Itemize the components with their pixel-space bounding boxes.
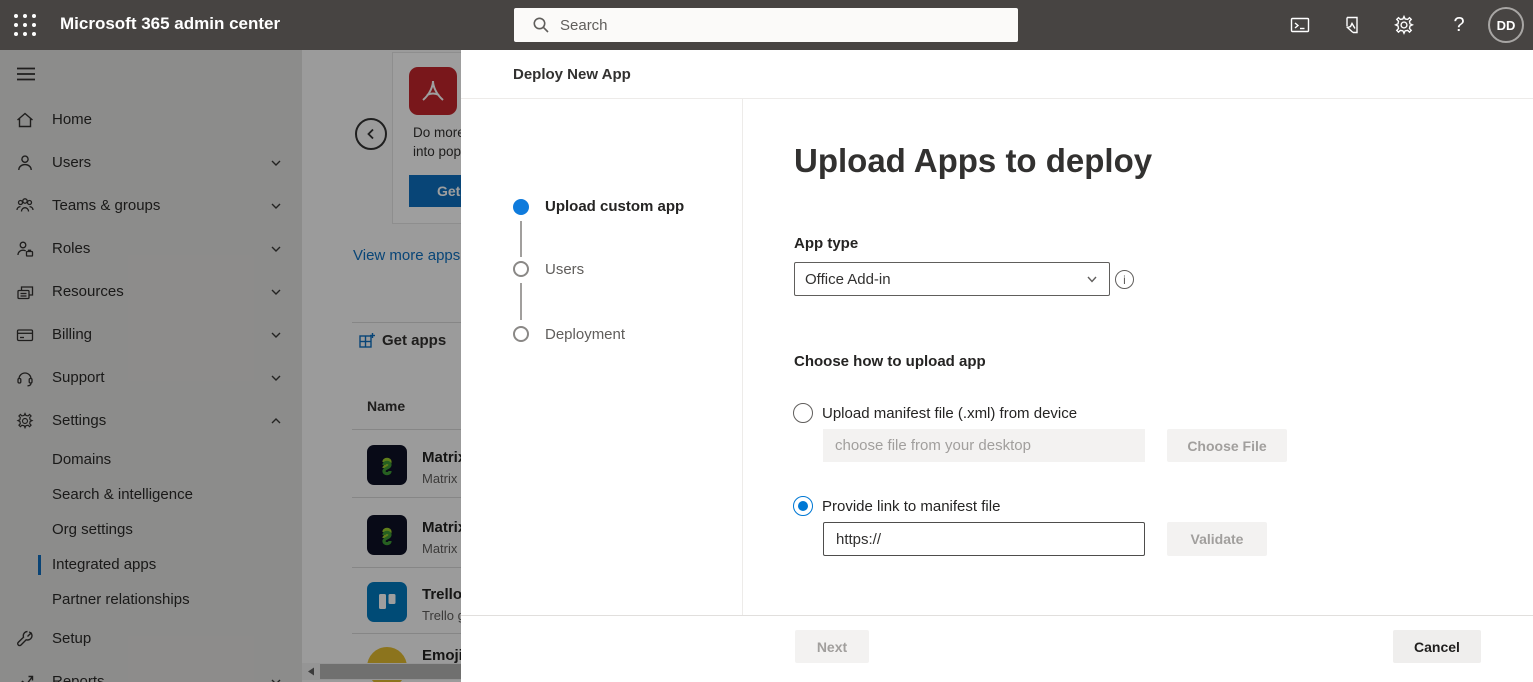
step-deployment[interactable]: Deployment — [545, 326, 625, 343]
step-dot-open — [513, 326, 529, 342]
page-title: Upload Apps to deploy — [794, 142, 1153, 179]
panel-header: Deploy New App — [461, 50, 1533, 99]
step-upload-custom-app[interactable]: Upload custom app — [545, 198, 684, 215]
screen: Microsoft 365 admin center ? DD — [0, 0, 1533, 682]
file-path-input[interactable] — [823, 429, 1145, 462]
radio-selected-icon[interactable] — [793, 496, 813, 516]
validate-button[interactable]: Validate — [1167, 522, 1267, 556]
feedback-icon[interactable] — [1340, 13, 1364, 37]
choose-upload-heading: Choose how to upload app — [794, 353, 986, 370]
choose-file-button[interactable]: Choose File — [1167, 429, 1287, 462]
footer-divider — [461, 615, 1533, 616]
step-dot-open — [513, 261, 529, 277]
deploy-new-app-panel: Deploy New App Upload custom app Users D… — [461, 50, 1533, 682]
settings-gear-icon[interactable] — [1392, 13, 1416, 37]
upload-from-device-option[interactable]: Upload manifest file (.xml) from device — [793, 403, 1077, 423]
step-connector — [520, 283, 522, 320]
chevron-down-icon — [1087, 276, 1097, 283]
avatar[interactable]: DD — [1488, 7, 1524, 43]
info-icon[interactable]: i — [1115, 270, 1134, 289]
modal-dim-overlay — [0, 50, 461, 682]
next-button[interactable]: Next — [795, 630, 869, 663]
app-launcher-icon[interactable] — [11, 11, 39, 39]
manifest-url-input[interactable] — [823, 522, 1145, 556]
search-input[interactable] — [560, 16, 1008, 34]
terminal-icon[interactable] — [1288, 13, 1312, 37]
top-bar: Microsoft 365 admin center ? DD — [0, 0, 1533, 50]
provide-link-label: Provide link to manifest file — [822, 497, 1001, 515]
app-type-dropdown[interactable]: Office Add-in — [794, 262, 1110, 296]
upload-from-device-label: Upload manifest file (.xml) from device — [822, 404, 1078, 422]
app-type-value: Office Add-in — [805, 270, 891, 288]
step-connector — [520, 221, 522, 257]
app-title: Microsoft 365 admin center — [60, 14, 281, 33]
search-icon — [533, 17, 549, 33]
wizard-stepper: Upload custom app Users Deployment — [461, 99, 743, 615]
step-users[interactable]: Users — [545, 261, 584, 278]
search-box[interactable] — [514, 8, 1018, 42]
step-dot-active — [513, 199, 529, 215]
provide-link-option[interactable]: Provide link to manifest file — [793, 496, 1000, 516]
cancel-button[interactable]: Cancel — [1393, 630, 1481, 663]
app-type-label: App type — [794, 235, 859, 252]
radio-unselected-icon[interactable] — [793, 403, 813, 423]
help-icon[interactable]: ? — [1447, 13, 1471, 37]
panel-title: Deploy New App — [513, 66, 631, 83]
